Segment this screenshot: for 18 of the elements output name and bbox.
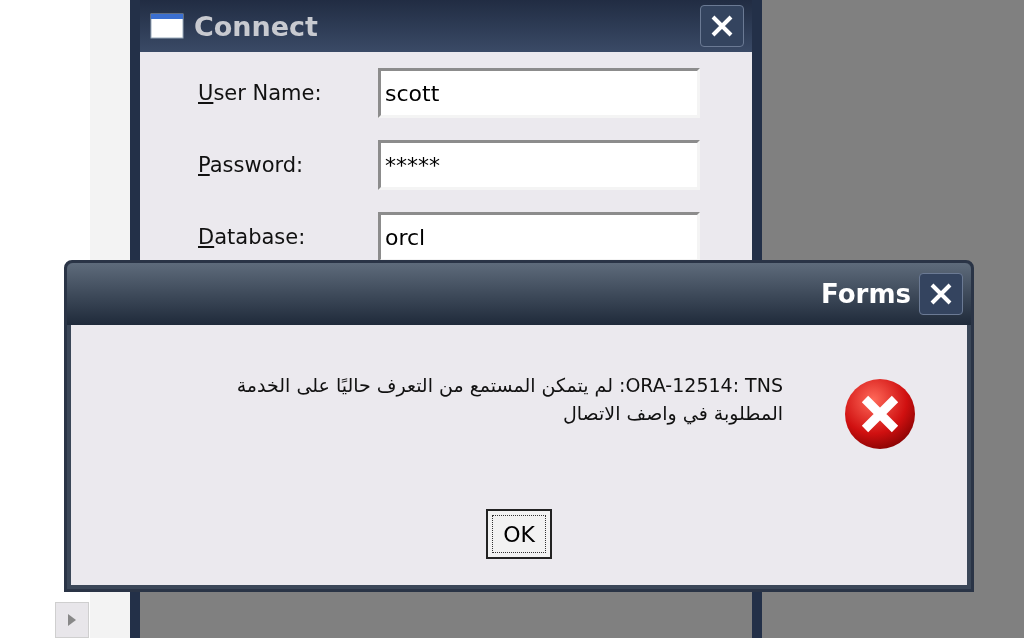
scroll-right-button[interactable]: [55, 602, 89, 638]
window-title: Connect: [194, 10, 320, 42]
field-label: User Name:: [198, 81, 323, 105]
close-icon: [709, 13, 735, 39]
field-label: Database:: [198, 225, 307, 249]
right-arrow-icon: [67, 613, 77, 627]
close-button[interactable]: [919, 273, 963, 315]
dialog-title: Forms: [821, 279, 911, 309]
input-field[interactable]: *****: [378, 140, 700, 190]
close-icon: [928, 281, 954, 307]
field-label: Password:: [198, 153, 305, 177]
input-field[interactable]: scott: [378, 68, 700, 118]
window-icon: [150, 13, 184, 39]
input-field[interactable]: orcl: [378, 212, 700, 262]
ok-button[interactable]: OK: [486, 509, 552, 559]
error-icon: [843, 377, 917, 451]
error-message: ORA-12514: TNS: لم يتمكن المستمع من التعرف حاليًا على الخدمة المطلوبة في واصف الاتصال: [235, 373, 783, 427]
close-button[interactable]: [700, 5, 744, 47]
